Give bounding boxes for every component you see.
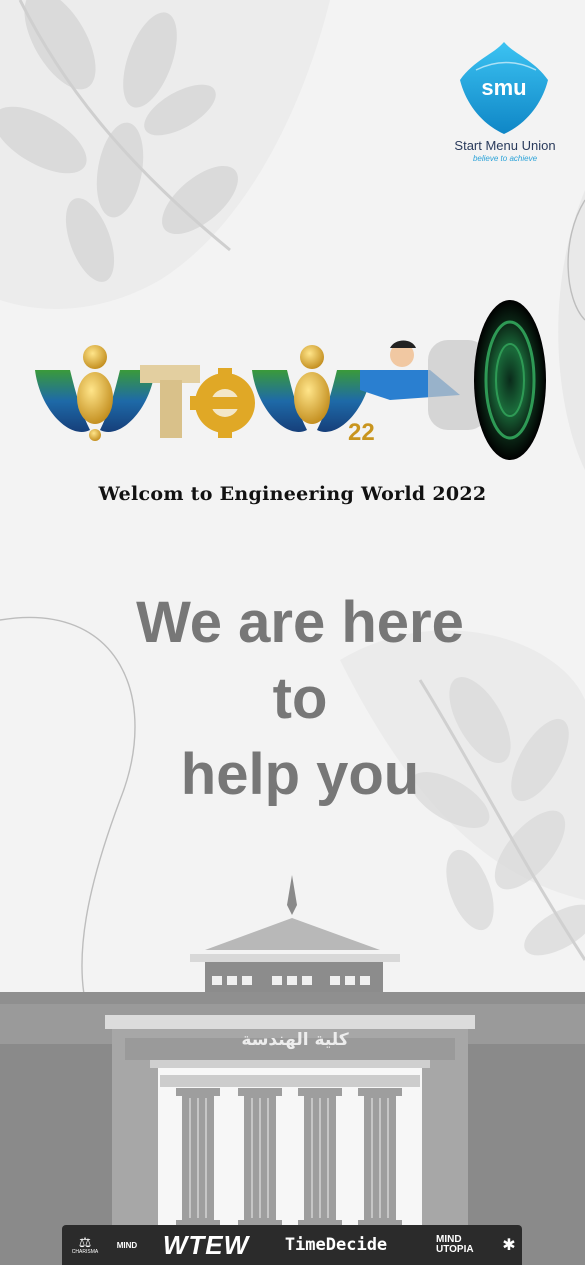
charisma-label: CHARISMA — [71, 1249, 99, 1255]
headline: We are here to help you — [60, 585, 540, 813]
smu-tagline: believe to achieve — [472, 154, 538, 163]
mind-utopia-logo: MIND UTOPIA — [412, 1225, 494, 1265]
svg-text:smu: smu — [481, 75, 526, 100]
person-icon — [360, 340, 488, 430]
smu-logo: smu Start Menu Union believe to achieve — [446, 40, 566, 170]
welcome-line: Welcom to Engineering World 2022 — [98, 483, 487, 505]
headline-line-1: We are here — [136, 590, 464, 655]
headline-line-2: to — [272, 666, 328, 731]
smu-badge-icon: smu — [460, 42, 548, 134]
headline-line-3: help you — [180, 742, 420, 807]
app-page: smu Start Menu Union believe to achieve — [0, 0, 585, 1265]
mind-label: MIND — [116, 1240, 138, 1250]
building-sign: كلية الهندسة — [241, 1030, 349, 1050]
wtew-label: WTEW — [162, 1229, 250, 1260]
faculty-building — [0, 875, 585, 1265]
svg-text:22: 22 — [348, 419, 375, 446]
tools-icon: ✱ — [502, 1237, 516, 1254]
smu-name: Start Menu Union — [454, 138, 556, 153]
scarab-icon-2: 22 — [252, 345, 375, 446]
sponsor-bar: ⚖ CHARISMA MIND WTEW TimeDecide MIND UTO… — [62, 1225, 522, 1265]
wtew-logo: WTEW — [154, 1225, 258, 1265]
mind-utopia-line-2: UTOPIA — [436, 1244, 474, 1255]
portal-icon — [474, 300, 546, 460]
timedecide-label: TimeDecide — [284, 1235, 388, 1255]
mind-logo: MIND — [108, 1225, 146, 1265]
charisma-logo: ⚖ CHARISMA — [64, 1225, 106, 1265]
scarab-icon — [35, 345, 155, 441]
timedecide-logo: TimeDecide — [266, 1225, 406, 1265]
charisma-mark-icon: ⚖ — [78, 1234, 92, 1250]
wtew-event-logo: 22 — [35, 300, 546, 460]
